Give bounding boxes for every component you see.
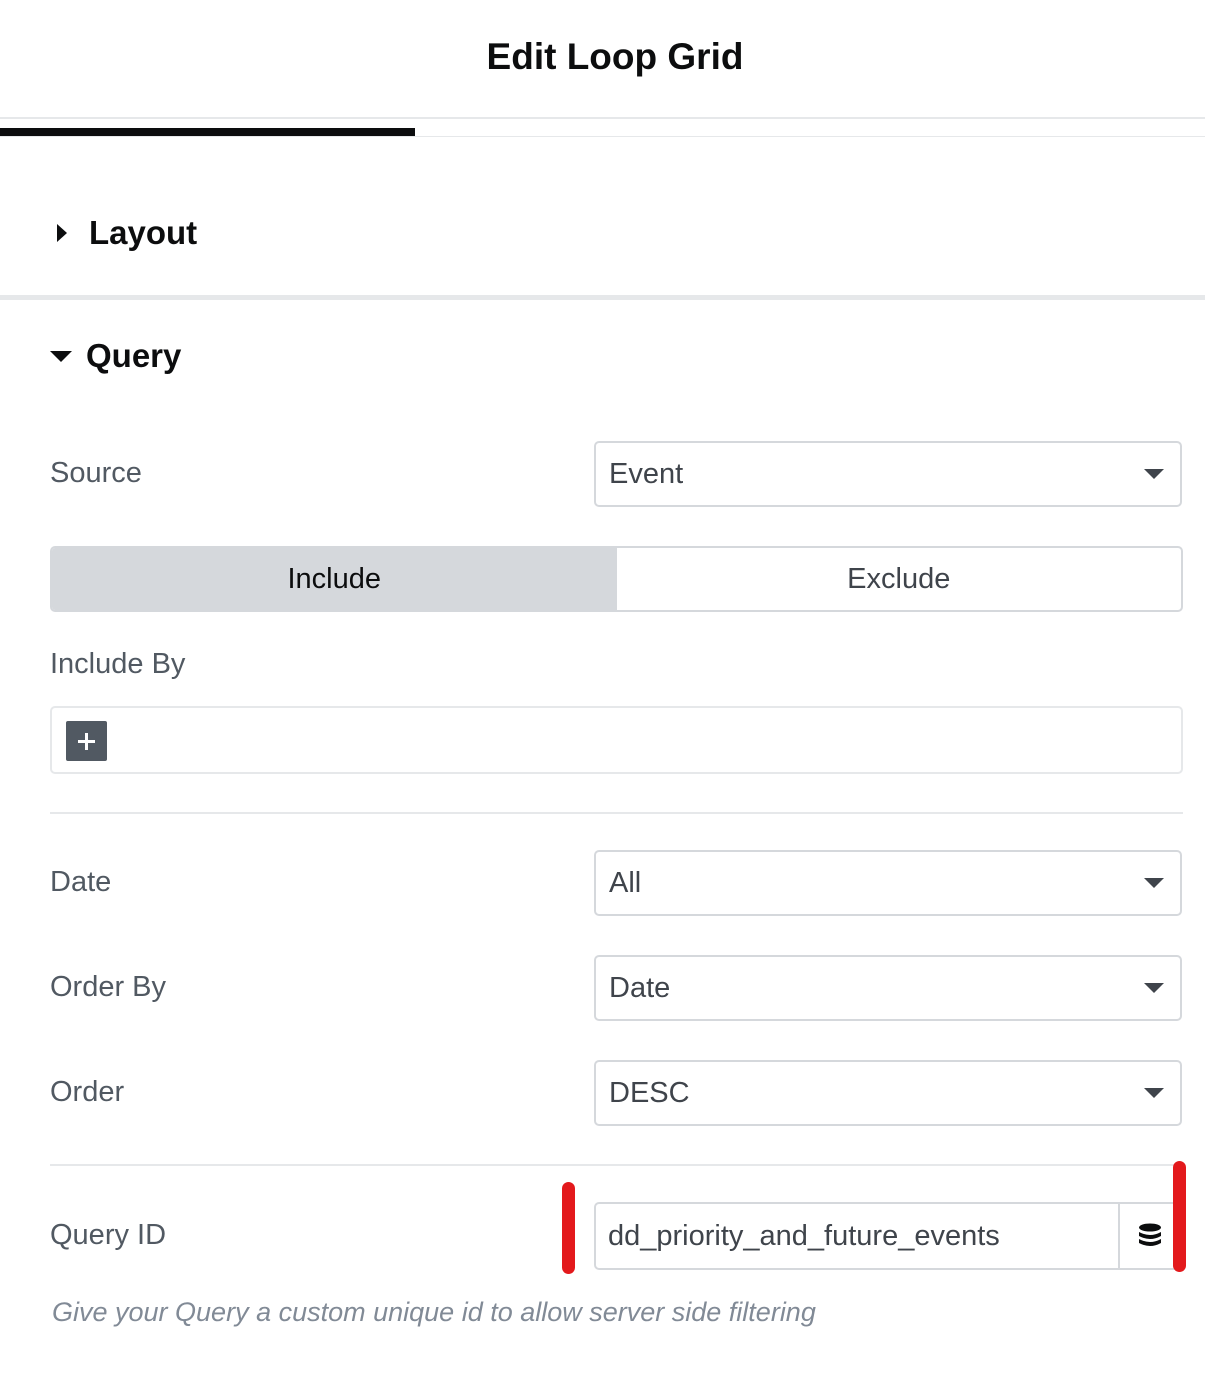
query-id-help-text: Give your Query a custom unique id to al… — [52, 1297, 816, 1327]
section-layout-toggle[interactable]: Layout — [57, 214, 197, 252]
caret-right-icon — [57, 224, 67, 242]
date-select[interactable]: All — [594, 850, 1182, 916]
order-select-value: DESC — [609, 1076, 690, 1109]
include-option[interactable]: Include — [52, 548, 617, 610]
order-select[interactable]: DESC — [594, 1060, 1182, 1126]
database-icon — [1139, 1223, 1161, 1246]
add-include-button[interactable] — [66, 721, 107, 761]
field-divider — [50, 1164, 1183, 1166]
chevron-down-icon — [1144, 1088, 1164, 1098]
annotation-mark-left — [562, 1182, 575, 1274]
chevron-down-icon — [1144, 983, 1164, 993]
section-query-toggle[interactable]: Query — [50, 337, 182, 375]
source-select-value: Event — [609, 457, 684, 490]
chevron-down-icon — [1144, 469, 1164, 479]
caret-down-icon — [50, 350, 72, 362]
order-by-label: Order By — [50, 971, 167, 1003]
tab-content[interactable] — [0, 128, 415, 136]
tab-bar-divider — [0, 136, 1205, 137]
section-query-label: Query — [86, 337, 182, 374]
query-id-input[interactable] — [596, 1204, 1118, 1268]
source-select[interactable]: Event — [594, 441, 1182, 507]
exclude-option[interactable]: Exclude — [617, 548, 1182, 610]
section-divider — [0, 295, 1205, 300]
include-by-repeater — [50, 706, 1183, 774]
panel-title: Edit Loop Grid — [486, 36, 744, 77]
query-id-label: Query ID — [50, 1219, 167, 1251]
order-by-select[interactable]: Date — [594, 955, 1182, 1021]
order-by-select-value: Date — [609, 971, 671, 1004]
date-select-value: All — [609, 866, 642, 899]
source-label: Source — [50, 457, 142, 489]
include-exclude-switch: Include Exclude — [50, 546, 1183, 612]
field-divider — [50, 812, 1183, 814]
dynamic-tags-button[interactable] — [1118, 1204, 1180, 1268]
order-label: Order — [50, 1076, 125, 1108]
include-by-label: Include By — [50, 648, 186, 680]
annotation-mark-right — [1173, 1161, 1186, 1272]
tab-bar-border — [0, 117, 1205, 119]
date-label: Date — [50, 866, 112, 898]
chevron-down-icon — [1144, 878, 1164, 888]
section-layout-label: Layout — [89, 214, 198, 251]
query-id-field — [594, 1202, 1182, 1270]
